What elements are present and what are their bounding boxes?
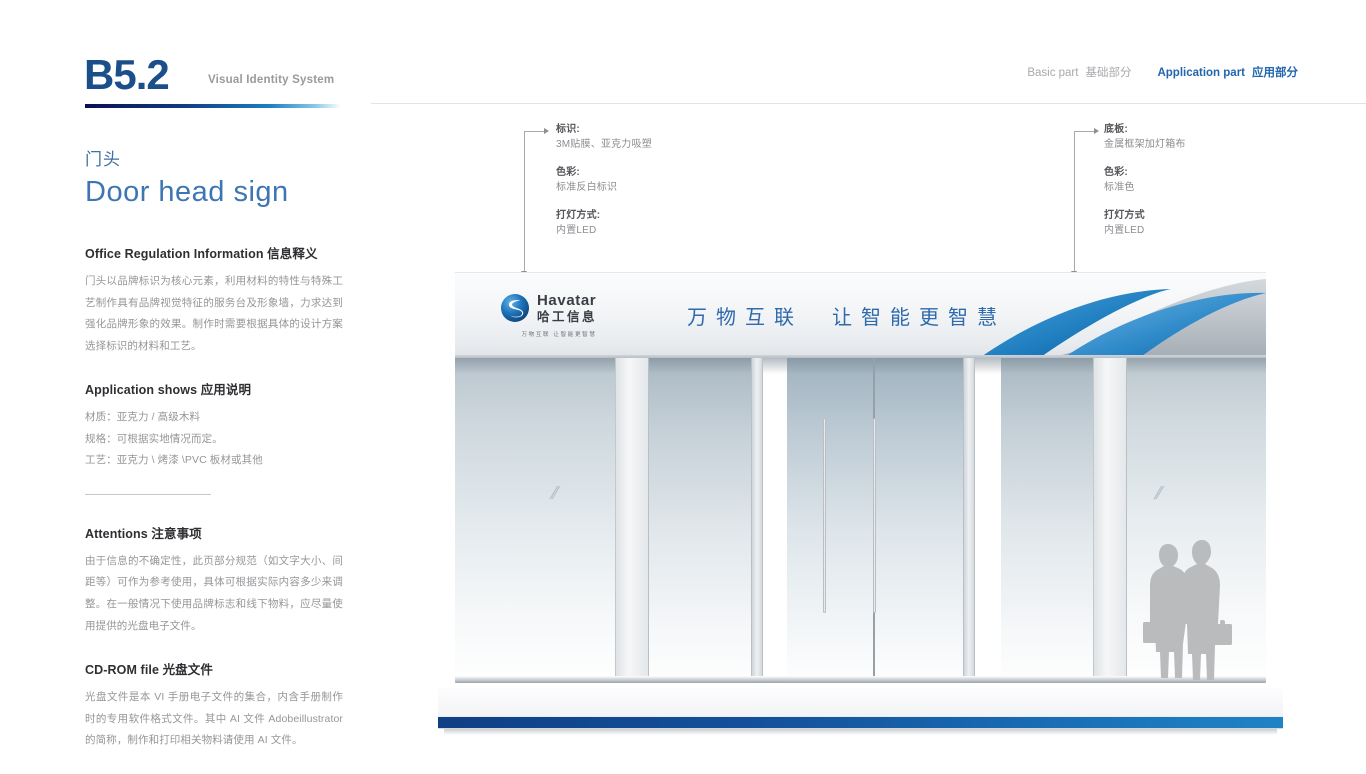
base-shadow: [444, 729, 1277, 735]
section-cdrom-file: CD-ROM file 光盘文件 光盘文件是本 VI 手册电子文件的集合，内含手…: [85, 659, 343, 752]
callout-value: 内置LED: [1104, 225, 1145, 236]
callout-row: 打灯方式: 内置LED: [556, 208, 652, 238]
callout-label: 色彩:: [1104, 167, 1128, 178]
section-heading: Application shows 应用说明: [85, 383, 252, 398]
callout-label: 标识:: [556, 124, 580, 135]
facade-top-shadow: [455, 358, 1266, 374]
callout-label: 打灯方式: [1104, 210, 1145, 221]
glass-door-left: [787, 358, 875, 688]
door-handle-right[interactable]: [873, 418, 876, 613]
section-attentions: Attentions 注意事项 由于信息的不确定性，此页部分规范（如文字大小、间…: [85, 523, 343, 637]
nav-application-part[interactable]: Application part 应用部分: [1157, 64, 1298, 80]
application-spec: 规格：可根据实地情况而定。: [85, 432, 223, 445]
nav-basic-en: Basic part: [1027, 67, 1079, 79]
callout-label: 底板:: [1104, 124, 1128, 135]
mullion-right: [1093, 358, 1127, 676]
logo-name-cn: 哈工信息: [537, 310, 598, 324]
mullion-center-left: [751, 358, 763, 676]
section-divider: [85, 493, 211, 495]
page-title-cn: 门头: [85, 150, 121, 169]
mullion-left: [615, 358, 649, 676]
section-body: 光盘文件是本 VI 手册电子文件的集合，内含手册制作时的专用软件格式文件。其中 …: [85, 691, 343, 747]
glass-door-right: [875, 358, 963, 688]
callout-row: 打灯方式 内置LED: [1104, 208, 1186, 238]
section-application-shows: Application shows 应用说明 材质：亚克力 / 高级木料 规格：…: [85, 379, 343, 472]
logo-slogan: 万物互联 让智能更智慧: [521, 331, 597, 338]
page-title-en: Door head sign: [85, 176, 289, 208]
nav-basic-part[interactable]: Basic part 基础部分: [1027, 64, 1131, 80]
logo-name-en: Havatar: [537, 292, 597, 309]
header-divider: [371, 103, 1366, 104]
section-nav: Basic part 基础部分 Application part 应用部分: [1027, 64, 1298, 80]
callout-row: 底板: 金属框架加灯箱布: [1104, 122, 1186, 152]
callout-value: 标准色: [1104, 182, 1135, 193]
people-silhouettes: [1143, 540, 1232, 680]
section-body: 材质：亚克力 / 高级木料 规格：可根据实地情况而定。 工艺：亚克力 \ 烤漆 …: [85, 407, 343, 472]
callout-value: 3M贴膜、亚克力吸塑: [556, 139, 652, 150]
callout-value: 内置LED: [556, 225, 597, 236]
header-gradient-rule: [85, 104, 341, 108]
callout-value: 金属框架加灯箱布: [1104, 139, 1186, 150]
application-material: 材质：亚克力 / 高级木料: [85, 411, 201, 424]
callout-label: 色彩:: [556, 167, 580, 178]
callout-baseplate-spec: 底板: 金属框架加灯箱布 色彩: 标准色 打灯方式 内置LED: [1104, 122, 1186, 251]
section-heading: Office Regulation Information 信息释义: [85, 247, 318, 262]
door-handle-left[interactable]: [823, 418, 826, 613]
nav-app-cn: 应用部分: [1252, 67, 1298, 79]
system-label: Visual Identity System: [208, 74, 335, 86]
mullion-center-right: [963, 358, 975, 676]
left-info-column: 门头 Door head sign Office Regulation Info…: [85, 145, 343, 774]
callout-label: 打灯方式:: [556, 210, 601, 221]
signboard-slogan: 万物互联 让智能更智慧: [687, 307, 1006, 329]
callout-row: 标识: 3M贴膜、亚克力吸塑: [556, 122, 652, 152]
havatar-sphere-icon: [500, 293, 530, 323]
base-blue-band: [438, 716, 1283, 729]
door-head-sign-mockup: // // Havatar 哈工信息 万物互联 让智能更智慧 万物互联 让智能更…: [430, 272, 1283, 742]
callout-row: 色彩: 标准反白标识: [556, 165, 652, 195]
section-body: 门头以品牌标识为核心元素，利用材料的特性与特殊工艺制作具有品牌视觉特征的服务台及…: [85, 275, 343, 352]
nav-basic-cn: 基础部分: [1085, 67, 1132, 79]
callout-value: 标准反白标识: [556, 182, 618, 193]
nav-app-en: Application part: [1157, 67, 1245, 79]
brand-logo: Havatar 哈工信息 万物互联 让智能更智慧: [500, 293, 618, 338]
section-office-regulation: Office Regulation Information 信息释义 门头以品牌…: [85, 243, 343, 357]
callout-sign-spec: 标识: 3M贴膜、亚克力吸塑 色彩: 标准反白标识 打灯方式: 内置LED: [556, 122, 652, 251]
signboard: Havatar 哈工信息 万物互联 让智能更智慧 万物互联 让智能更智慧: [455, 272, 1266, 358]
section-heading: Attentions 注意事项: [85, 526, 202, 541]
glass-panel-left: [455, 358, 627, 688]
callout-row: 色彩: 标准色: [1104, 165, 1186, 195]
page-code: B5.2: [84, 51, 170, 98]
application-craft: 工艺：亚克力 \ 烤漆 \PVC 板材或其他: [85, 454, 263, 467]
swoosh-decoration: [979, 279, 1266, 358]
section-body: 由于信息的不确定性，此页部分规范（如文字大小、间距等）可作为参考使用，具体可根据…: [85, 554, 343, 632]
section-heading: CD-ROM file 光盘文件: [85, 663, 213, 678]
